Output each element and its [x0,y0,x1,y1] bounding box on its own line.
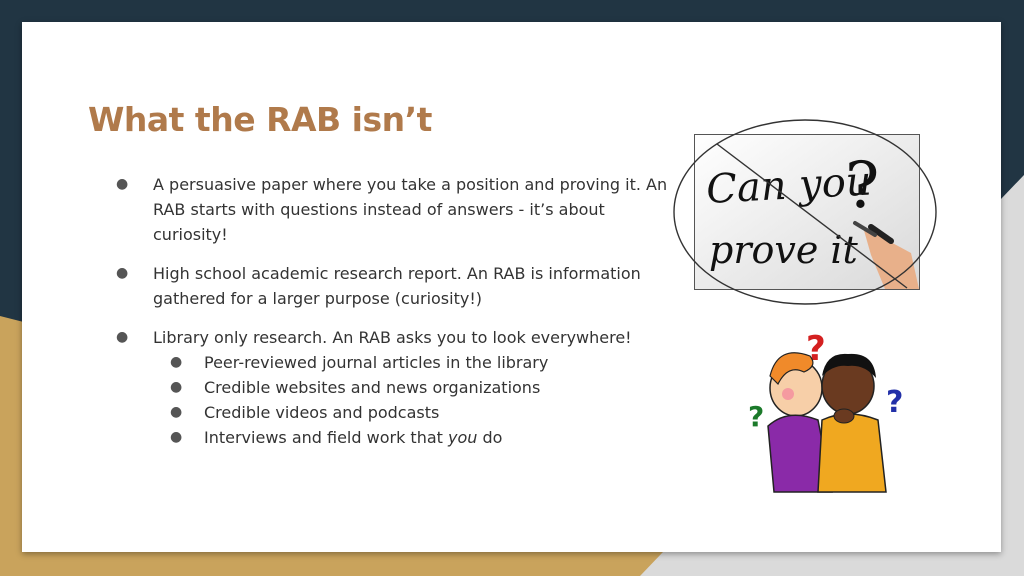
sub-bullet-item: ● Interviews and field work that you do [153,425,676,450]
sub-bullet-item: ● Credible videos and podcasts [153,400,676,425]
svg-text:?: ? [886,385,903,420]
sub-bullet-text-after: do [477,428,503,447]
bullet-list: ● A persuasive paper where you take a po… [116,172,676,464]
crossed-out-ellipse [673,119,937,305]
curious-kids-cartoon: ? ? ? [748,316,908,496]
slide-title: What the RAB isn’t [88,100,432,139]
sub-bullet-list: ● Peer-reviewed journal articles in the l… [153,350,676,450]
sub-bullet-text-before: Interviews and field work that [204,428,448,447]
bullet-item: ● A persuasive paper where you take a po… [116,172,676,247]
bullet-glyph: ● [170,429,183,445]
sub-bullet-text: Credible videos and podcasts [204,403,440,422]
sub-bullet-text: Peer-reviewed journal articles in the li… [204,353,549,372]
bullet-glyph: ● [116,329,129,345]
sub-bullet-item: ● Peer-reviewed journal articles in the l… [153,350,676,375]
bullet-text: Library only research. An RAB asks you t… [153,328,632,347]
bullet-item: ● Library only research. An RAB asks you… [116,325,676,450]
bullet-text: High school academic research report. An… [153,264,641,308]
svg-text:?: ? [748,400,764,433]
bullet-glyph: ● [116,265,129,281]
bullet-text: A persuasive paper where you take a posi… [153,175,668,244]
bullet-glyph: ● [170,404,183,420]
sub-bullet-text: Credible websites and news organizations [204,378,541,397]
bullet-glyph: ● [170,379,183,395]
bullet-item: ● High school academic research report. … [116,261,676,311]
emphasis-you: you [448,428,478,447]
slide: What the RAB isn’t ● A persuasive paper … [22,22,1001,552]
bullet-glyph: ● [116,176,129,192]
sub-bullet-item: ● Credible websites and news organization… [153,375,676,400]
bullet-glyph: ● [170,354,183,370]
